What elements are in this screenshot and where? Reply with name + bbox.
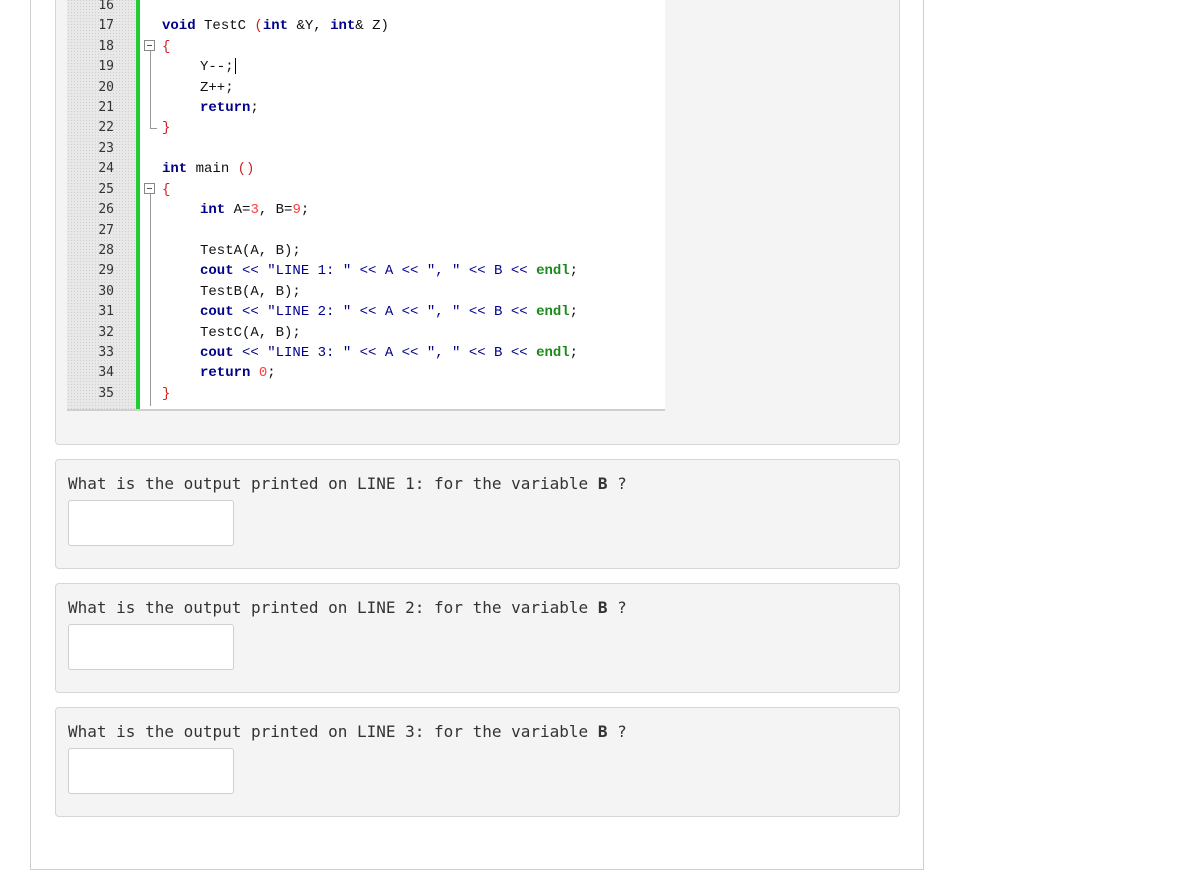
code-line: Y--;	[200, 58, 236, 75]
line-number: 35	[98, 386, 114, 401]
code-line: return 0;	[200, 365, 276, 381]
answer-input-line-2[interactable]	[68, 624, 234, 670]
code-editor: 16 17 18 19 20 21 22 23 24 25 26 27 28 2…	[67, 0, 665, 410]
line-number: 30	[98, 284, 114, 299]
line-number: 23	[98, 141, 114, 156]
line-number: 31	[98, 304, 114, 319]
fold-guide-line	[150, 51, 151, 128]
code-line: TestA(A, B);	[200, 243, 301, 259]
line-number: 20	[98, 80, 114, 95]
line-number: 24	[98, 161, 114, 176]
code-line: }	[162, 120, 171, 136]
line-number: 34	[98, 365, 114, 380]
fold-collapse-icon[interactable]	[144, 40, 155, 51]
code-line: cout << "LINE 3: " << A << ", " << B << …	[200, 345, 579, 361]
line-number: 26	[98, 202, 114, 217]
fold-guide-line	[150, 194, 151, 406]
code-line: }	[162, 386, 171, 402]
line-number: 33	[98, 345, 114, 360]
line-number: 17	[98, 18, 114, 33]
question-text: What is the output printed on LINE 2: fo…	[68, 598, 627, 617]
line-number: 25	[98, 182, 114, 197]
code-line: cout << "LINE 1: " << A << ", " << B << …	[200, 263, 579, 279]
line-number: 32	[98, 325, 114, 340]
code-line: {	[162, 182, 171, 198]
question-card-3: What is the output printed on LINE 3: fo…	[55, 707, 900, 817]
code-line: {	[162, 39, 171, 55]
editor-scrollbar[interactable]	[67, 409, 665, 411]
answer-input-line-3[interactable]	[68, 748, 234, 794]
answer-input-line-1[interactable]	[68, 500, 234, 546]
code-line: return;	[200, 100, 259, 116]
fold-collapse-icon[interactable]	[144, 183, 155, 194]
code-line: int A=3, B=9;	[200, 202, 310, 218]
code-line: TestB(A, B);	[200, 284, 301, 300]
line-number: 21	[98, 100, 114, 115]
text-cursor	[234, 58, 236, 75]
line-number: 19	[98, 59, 114, 74]
code-line: TestC(A, B);	[200, 325, 301, 341]
line-number: 22	[98, 120, 114, 135]
line-number: 18	[98, 39, 114, 54]
code-line: int main ()	[162, 161, 255, 177]
question-text: What is the output printed on LINE 1: fo…	[68, 474, 627, 493]
line-number: 27	[98, 223, 114, 238]
line-number: 16	[98, 0, 114, 13]
line-number: 28	[98, 243, 114, 258]
question-card-2: What is the output printed on LINE 2: fo…	[55, 583, 900, 693]
line-number: 29	[98, 263, 114, 278]
change-bar	[136, 0, 140, 410]
question-text: What is the output printed on LINE 3: fo…	[68, 722, 627, 741]
code-line: void TestC (int &Y, int& Z)	[162, 18, 389, 34]
fold-end-marker	[150, 128, 157, 129]
question-card-1: What is the output printed on LINE 1: fo…	[55, 459, 900, 569]
code-line: cout << "LINE 2: " << A << ", " << B << …	[200, 304, 579, 320]
code-line: Z++;	[200, 80, 234, 96]
